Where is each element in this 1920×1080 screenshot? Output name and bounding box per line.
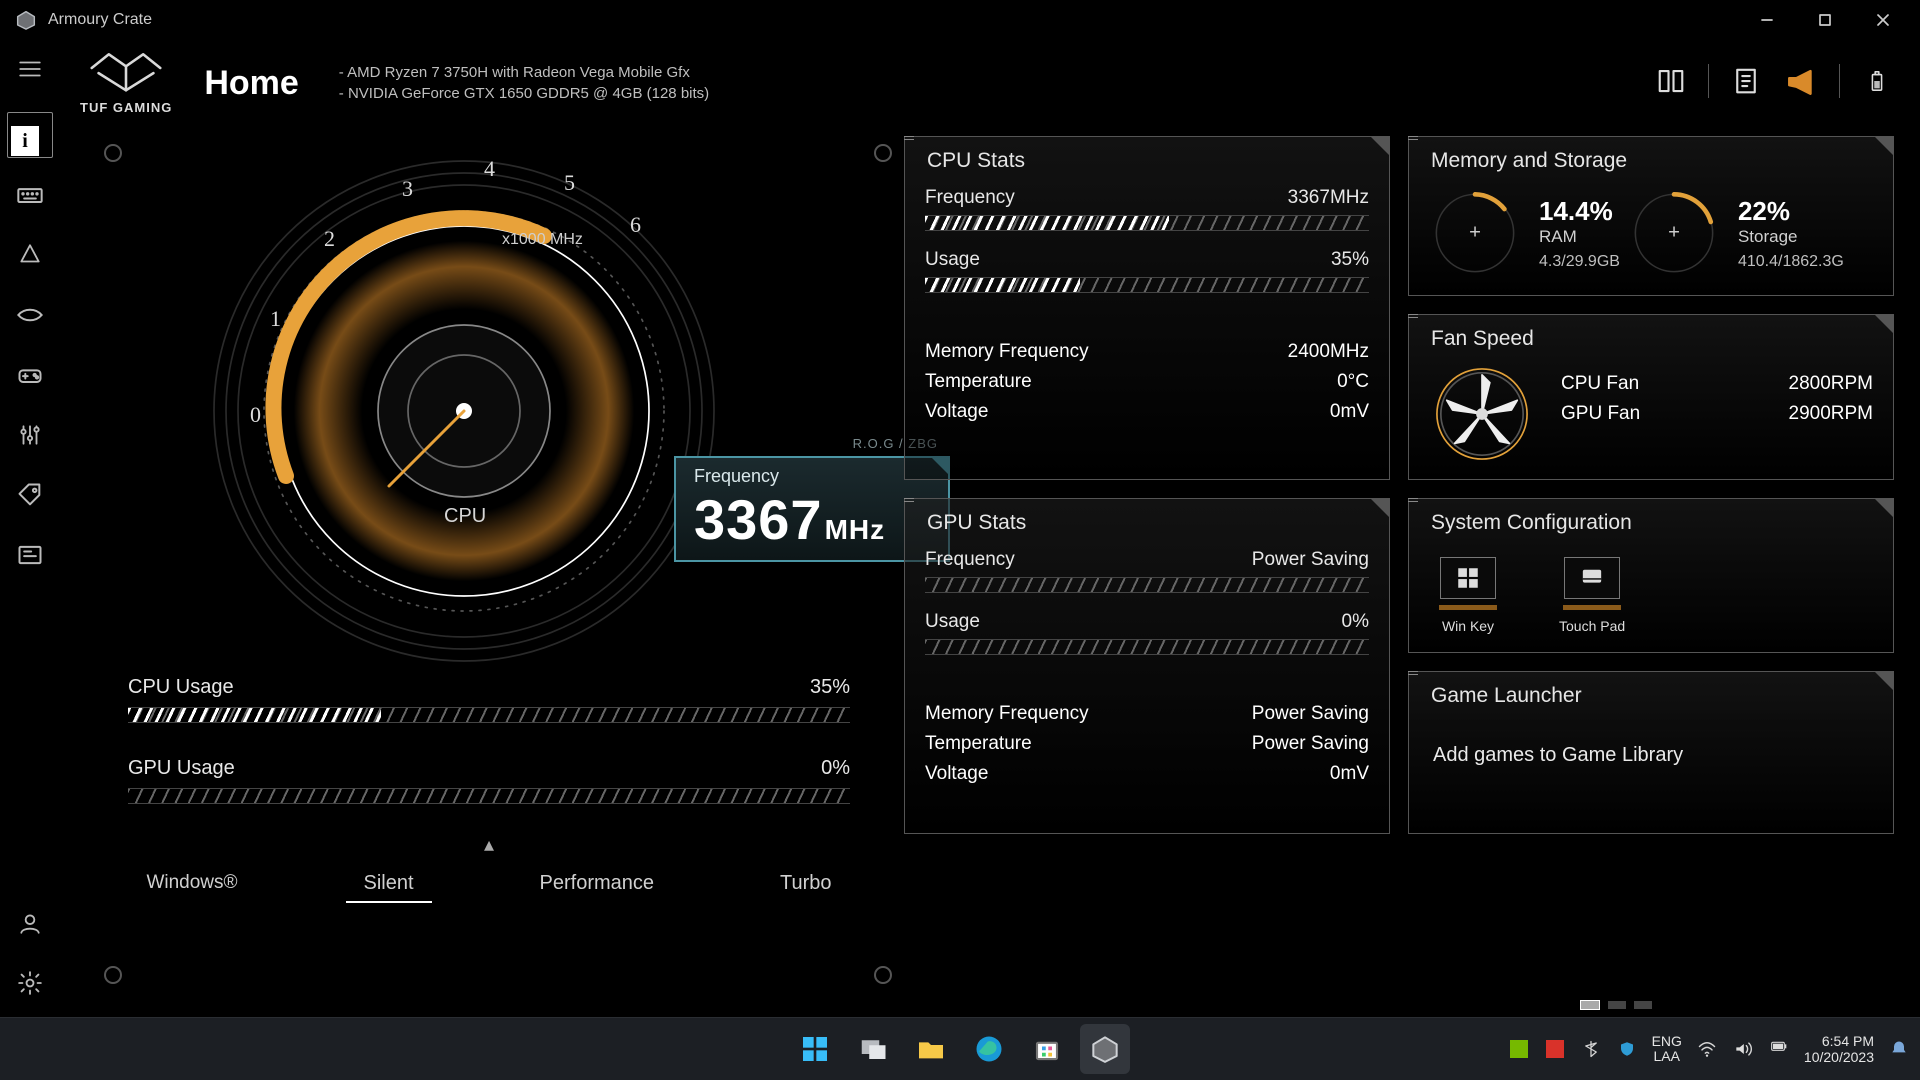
sidebar-item-home[interactable]: i [13, 118, 47, 152]
mode-performance[interactable]: Performance [522, 866, 673, 903]
taskbar-armoury-crate-button[interactable] [1080, 1024, 1130, 1074]
performance-mode-tabs: Windows® Silent Performance Turbo [94, 866, 884, 903]
tray-amd-icon[interactable] [1544, 1038, 1566, 1060]
gpu-stats-panel: GPU Stats FrequencyPower Saving Usage0% … [904, 498, 1390, 834]
tray-notifications-icon[interactable] [1888, 1038, 1910, 1060]
tray-nvidia-icon[interactable] [1508, 1038, 1530, 1060]
svg-text:3: 3 [402, 176, 413, 201]
sidebar-item-featured[interactable] [13, 298, 47, 332]
layout-switch-button[interactable] [1652, 62, 1690, 100]
svg-text:5: 5 [564, 170, 575, 195]
page-indicator[interactable] [1580, 1000, 1652, 1010]
title-bar: Armoury Crate [0, 0, 1920, 40]
svg-text:+: + [1668, 222, 1680, 244]
info-badge-icon: i [11, 126, 39, 156]
sidebar-item-user[interactable] [13, 906, 47, 940]
tray-clock[interactable]: 6:54 PM10/20/2023 [1804, 1033, 1874, 1065]
ram-gauge-icon: + [1429, 187, 1521, 279]
windows-taskbar: ENGLAA 6:54 PM10/20/2023 [0, 1017, 1920, 1080]
header-actions [1652, 62, 1896, 100]
cpu-gauge: 0 1 2 3 4 5 6 x1000 MHz CPU R.O.G / ZBG [94, 136, 884, 676]
sidebar-item-gamepad[interactable] [13, 358, 47, 392]
battery-icon[interactable] [1858, 62, 1896, 100]
game-launcher-panel: Game Launcher Add games to Game Library [1408, 671, 1894, 834]
syscfg-touchpad-toggle[interactable]: Touch Pad [1559, 557, 1625, 634]
taskbar-edge-button[interactable] [964, 1024, 1014, 1074]
window-minimize-button[interactable] [1738, 0, 1796, 40]
sidebar-item-keyboard[interactable] [13, 178, 47, 212]
cpu-stats-panel: CPU Stats Frequency3367MHz Usage35% Memo… [904, 136, 1390, 480]
syscfg-win-key-toggle[interactable]: Win Key [1439, 557, 1497, 634]
memory-storage-panel: Memory and Storage + 14.4% RAM 4.3/29.9G… [1408, 136, 1894, 296]
tray-bluetooth-icon[interactable] [1580, 1038, 1602, 1060]
svg-text:4: 4 [484, 156, 495, 181]
taskbar-start-button[interactable] [790, 1024, 840, 1074]
svg-text:2: 2 [324, 226, 335, 251]
sidebar-item-deals[interactable] [13, 478, 47, 512]
mode-windows[interactable]: Windows® [128, 866, 255, 903]
announce-button[interactable] [1783, 62, 1821, 100]
touchpad-icon [1577, 567, 1607, 589]
mode-silent[interactable]: Silent [346, 866, 432, 903]
gauge-center-label: CPU [444, 505, 486, 527]
tray-language[interactable]: ENGLAA [1652, 1034, 1682, 1065]
sidebar-item-tuning[interactable] [13, 418, 47, 452]
sidebar-item-news[interactable] [13, 538, 47, 572]
sidebar-item-aura[interactable] [13, 238, 47, 272]
window-maximize-button[interactable] [1796, 0, 1854, 40]
tray-wifi-icon[interactable] [1696, 1038, 1718, 1060]
svg-text:0: 0 [250, 402, 261, 427]
system-config-panel: System Configuration Win Key Touch Pad [1408, 498, 1894, 653]
gauge-unit-label: x1000 MHz [502, 231, 583, 248]
sidebar-item-settings[interactable] [13, 966, 47, 1000]
windows-key-icon [1455, 565, 1481, 591]
gpu-usage-row: GPU Usage0% [128, 757, 850, 804]
fan-speed-panel: Fan Speed CPU Fan2800RPM GPU [1408, 314, 1894, 480]
mode-turbo[interactable]: Turbo [762, 866, 850, 903]
svg-text:6: 6 [630, 212, 641, 237]
logo-caption: TUF GAMING [80, 100, 172, 115]
cpu-usage-row: CPU Usage35% [128, 676, 850, 723]
tray-security-icon[interactable] [1616, 1038, 1638, 1060]
sidebar: i [0, 40, 60, 1018]
storage-gauge-icon: + [1628, 187, 1720, 279]
tuf-logo: TUF GAMING [80, 44, 172, 115]
svg-text:1: 1 [270, 306, 281, 331]
system-specs: AMD Ryzen 7 3750H with Radeon Vega Mobil… [339, 62, 709, 104]
game-launcher-add-link[interactable]: Add games to Game Library [1433, 744, 1873, 767]
taskbar-task-view-button[interactable] [848, 1024, 898, 1074]
notes-button[interactable] [1727, 62, 1765, 100]
svg-text:+: + [1469, 222, 1481, 244]
taskbar-store-button[interactable] [1022, 1024, 1072, 1074]
taskbar-file-explorer-button[interactable] [906, 1024, 956, 1074]
tray-battery-icon[interactable] [1768, 1038, 1790, 1060]
page-title: Home [204, 64, 298, 103]
tray-volume-icon[interactable] [1732, 1038, 1754, 1060]
window-close-button[interactable] [1854, 0, 1912, 40]
fan-icon [1433, 365, 1531, 463]
app-title: Armoury Crate [48, 11, 152, 29]
app-icon [14, 8, 38, 32]
menu-toggle-button[interactable] [13, 52, 47, 86]
